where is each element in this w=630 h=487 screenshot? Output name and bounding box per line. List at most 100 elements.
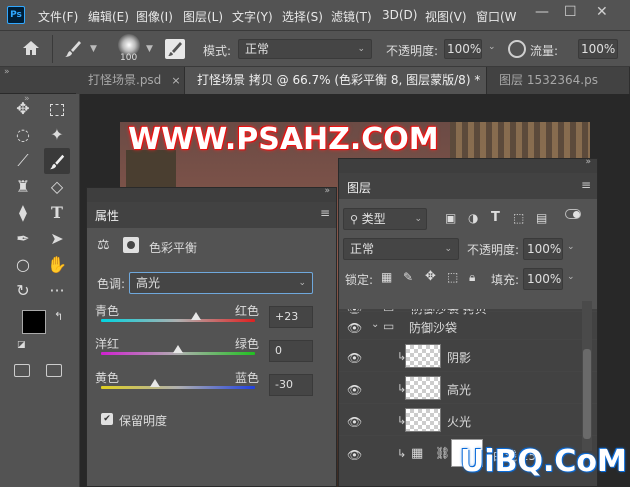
layer-mask-icon[interactable] — [123, 237, 139, 253]
paint-bucket-tool-icon[interactable]: ⧫ — [10, 200, 36, 226]
lock-position-icon[interactable]: ✥ — [425, 269, 436, 284]
minimize-icon[interactable]: — — [535, 4, 549, 20]
lock-transparency-icon[interactable]: ▦ — [381, 270, 392, 284]
yellow-blue-slider[interactable] — [101, 386, 255, 389]
layers-panel: » 图层 ≡ ⚲ 类型 ⌄ ▣ ◑ T ⬚ ▤ 正常 ⌄ 不透明度: 100% … — [338, 157, 598, 487]
chevron-down-icon[interactable]: ⌄ — [371, 319, 379, 330]
yellow-blue-slider-thumb[interactable] — [149, 379, 160, 387]
eyedropper-tool-icon[interactable]: ⟋ — [10, 148, 36, 174]
filter-shape-icon[interactable]: ⬚ — [513, 211, 524, 225]
layer-row[interactable]: 👁︎ ↳ 火光 — [339, 403, 597, 435]
mask-link-icon[interactable]: ⛓ — [435, 446, 450, 460]
fill-input[interactable]: 100% — [523, 268, 563, 290]
collapse-arrows-icon[interactable]: » — [585, 157, 591, 167]
menu-edit[interactable]: 编辑(E) — [88, 8, 129, 25]
cyan-red-value-input[interactable]: +23 — [269, 306, 313, 328]
pressure-opacity-icon[interactable] — [508, 40, 526, 58]
layers-scrollbar[interactable] — [582, 301, 592, 451]
menu-type[interactable]: 文字(Y) — [232, 8, 273, 25]
collapse-arrows-icon[interactable]: » — [324, 186, 330, 196]
tab-properties[interactable]: 属性 — [95, 207, 119, 224]
type-tool-icon[interactable]: T — [44, 200, 70, 226]
brush-tool-icon[interactable] — [44, 148, 70, 174]
visibility-eye-icon[interactable]: 👁︎ — [347, 415, 362, 429]
move-tool-icon[interactable]: ✥ — [10, 96, 36, 122]
filter-pixel-icon[interactable]: ▣ — [445, 211, 456, 225]
close-window-icon[interactable]: ✕ — [596, 4, 608, 20]
filter-toggle-icon[interactable] — [565, 209, 581, 219]
quick-mask-icon[interactable] — [14, 364, 30, 377]
blend-mode-select[interactable]: 正常 ⌄ — [343, 238, 459, 260]
eraser-tool-icon[interactable]: ◇ — [44, 174, 70, 200]
tab-layers[interactable]: 图层 — [347, 179, 371, 196]
filter-adjustment-icon[interactable]: ◑ — [468, 211, 478, 225]
screen-mode-icon[interactable] — [46, 364, 62, 377]
close-icon[interactable]: × — [171, 74, 180, 87]
lock-all-icon[interactable]: 🔒︎ — [469, 270, 475, 285]
pen-tool-icon[interactable]: ✒ — [10, 226, 36, 252]
menu-filter[interactable]: 滤镜(T) — [331, 8, 372, 25]
mode-select[interactable]: 正常 ⌄ — [238, 39, 372, 59]
magenta-green-slider-thumb[interactable] — [173, 345, 183, 353]
edit-toolbar-icon[interactable]: ··· — [44, 278, 70, 304]
tab-document-2[interactable]: 打怪场景 拷贝 @ 66.7% (色彩平衡 8, 图层蒙版/8) *× — [185, 67, 487, 94]
hand-tool-icon[interactable]: ✋ — [44, 252, 70, 278]
swap-colors-icon[interactable]: ↰ — [54, 310, 63, 323]
maximize-icon[interactable]: ☐ — [564, 4, 577, 20]
filter-smart-object-icon[interactable]: ▤ — [536, 211, 547, 225]
visibility-eye-icon[interactable]: 👁︎ — [347, 448, 362, 462]
visibility-eye-icon[interactable]: 👁︎ — [347, 351, 362, 365]
opacity-value: 100% — [447, 42, 482, 56]
tab-document-3[interactable]: 图层 1532364.ps — [487, 67, 630, 94]
clone-stamp-tool-icon[interactable]: ♜ — [10, 174, 36, 200]
layer-thumbnail[interactable] — [405, 376, 441, 400]
brush-tool-icon[interactable] — [63, 39, 83, 59]
layer-thumbnail[interactable] — [405, 344, 441, 368]
visibility-eye-icon[interactable]: 👁︎ — [347, 383, 362, 397]
chevron-down-icon[interactable]: ⌄ — [488, 42, 496, 52]
layer-thumbnail[interactable] — [405, 408, 441, 432]
cyan-red-slider[interactable] — [101, 319, 255, 322]
rotate-view-tool-icon[interactable]: ↻ — [10, 278, 36, 304]
panel-menu-icon[interactable]: ≡ — [320, 206, 330, 220]
chevron-down-icon[interactable]: ⌄ — [567, 272, 575, 282]
tone-select[interactable]: 高光 ⌄ — [129, 272, 313, 294]
flow-input[interactable]: 100% — [578, 39, 618, 59]
filter-type-icon[interactable]: T — [491, 210, 500, 225]
ellipse-tool-icon[interactable]: ○ — [10, 252, 36, 278]
lasso-tool-icon[interactable]: ◌ — [10, 122, 36, 148]
magenta-green-value-input[interactable]: 0 — [269, 340, 313, 362]
brush-panel-toggle-icon[interactable] — [165, 39, 185, 59]
yellow-blue-value-input[interactable]: -30 — [269, 374, 313, 396]
marquee-tool-icon[interactable] — [44, 96, 70, 122]
chevron-down-icon[interactable]: ⌄ — [567, 242, 575, 252]
tab-document-1[interactable]: 打怪场景.psd × — [76, 67, 185, 94]
preserve-luminosity-checkbox[interactable]: ✔ — [101, 413, 113, 425]
scrollbar-thumb[interactable] — [583, 349, 591, 439]
layer-row[interactable]: 👁︎ ↳ 阴影 — [339, 339, 597, 371]
chevron-down-icon[interactable]: ▼ — [90, 44, 97, 54]
layer-filter-select[interactable]: ⚲ 类型 ⌄ — [343, 208, 427, 230]
path-selection-tool-icon[interactable]: ➤ — [44, 226, 70, 252]
magic-wand-tool-icon[interactable]: ✦ — [44, 122, 70, 148]
menu-layer[interactable]: 图层(L) — [183, 8, 223, 25]
lock-pixels-icon[interactable]: ✎ — [403, 270, 413, 284]
foreground-color-swatch[interactable] — [22, 310, 46, 334]
menu-window[interactable]: 窗口(W — [476, 8, 517, 25]
menu-3d[interactable]: 3D(D) — [382, 8, 417, 22]
menu-select[interactable]: 选择(S) — [282, 8, 323, 25]
visibility-eye-icon[interactable]: 👁︎ — [347, 321, 362, 335]
menu-file[interactable]: 文件(F) — [38, 8, 78, 25]
cyan-red-slider-thumb[interactable] — [190, 312, 201, 320]
default-colors-icon[interactable]: ◪ — [17, 340, 26, 350]
home-icon[interactable] — [22, 40, 40, 56]
menu-view[interactable]: 视图(V) — [425, 8, 467, 25]
chevron-down-icon[interactable]: ▼ — [146, 44, 153, 54]
lock-artboard-icon[interactable]: ⬚ — [447, 270, 458, 284]
layer-row[interactable]: 👁︎ ↳ 高光 — [339, 371, 597, 403]
layer-opacity-input[interactable]: 100% — [523, 238, 563, 260]
menu-image[interactable]: 图像(I) — [136, 8, 173, 25]
opacity-input[interactable]: 100% — [444, 39, 482, 59]
panel-menu-icon[interactable]: ≡ — [581, 178, 591, 192]
collapse-arrows-icon[interactable]: » — [4, 67, 10, 77]
